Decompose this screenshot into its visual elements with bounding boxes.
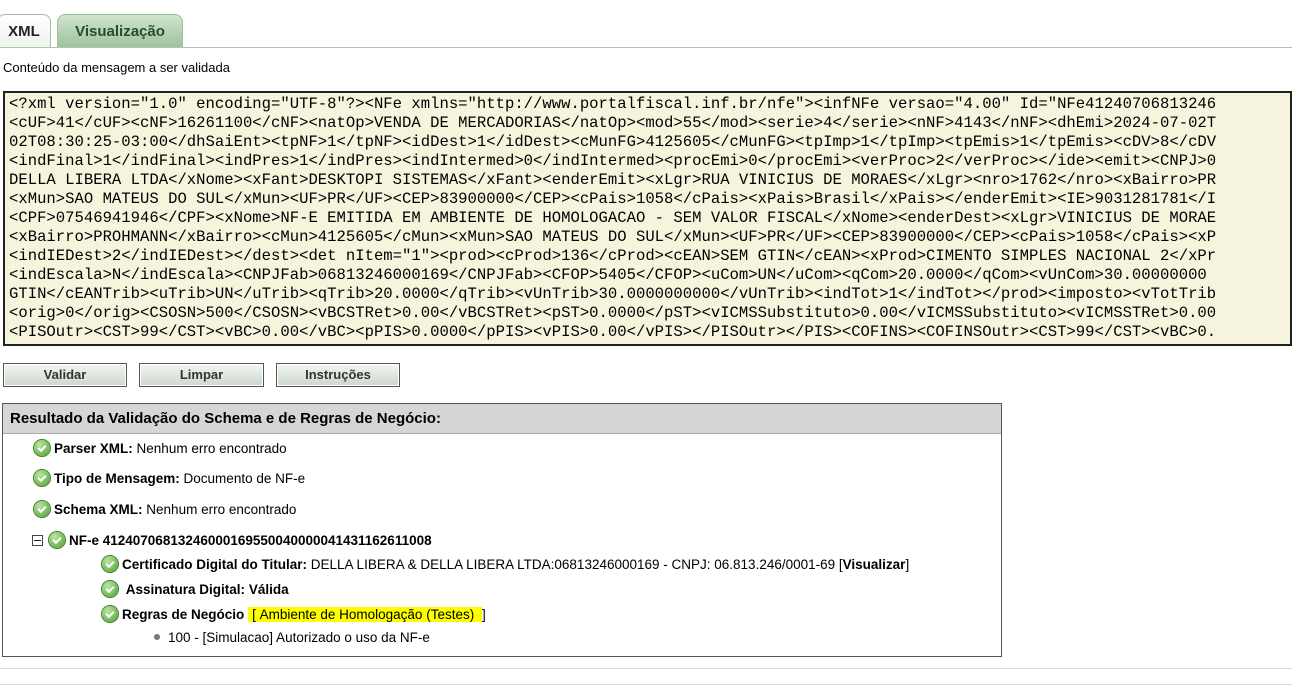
tab-bar: XML Visualização	[0, 14, 1292, 48]
schema-value: Nenhum erro encontrado	[146, 502, 297, 517]
status-message: 100 - [Simulacao] Autorizado o uso da NF…	[168, 630, 430, 645]
check-icon	[34, 501, 50, 518]
assinatura-row: Assinatura Digital: Válida	[102, 580, 289, 600]
assinatura-value: Válida	[248, 582, 289, 597]
parser-label: Parser XML:	[54, 441, 133, 456]
ambiente-badge: [ Ambiente de Homologação (Testes)	[248, 607, 482, 622]
collapse-icon[interactable]	[32, 534, 43, 546]
tab-visualizacao[interactable]: Visualização	[57, 14, 183, 47]
parser-value: Nenhum erro encontrado	[136, 441, 287, 456]
validar-button[interactable]: Validar	[3, 363, 127, 387]
bracket-open: [	[252, 607, 256, 622]
check-icon	[102, 556, 118, 573]
parser-row: Parser XML: Nenhum erro encontrado	[34, 439, 287, 459]
nfe-row: NF-e 41240706813246000169550040000041431…	[32, 531, 432, 551]
tab-divider	[0, 47, 1292, 48]
limpar-button[interactable]: Limpar	[139, 363, 264, 387]
check-icon	[102, 606, 118, 623]
nfe-key: NF-e 41240706813246000169550040000041431…	[69, 533, 432, 548]
tab-xml[interactable]: XML	[0, 14, 51, 47]
footer-divider-2	[0, 684, 1292, 685]
assinatura-label: Assinatura Digital:	[125, 582, 246, 597]
tipo-value: Documento de NF-e	[183, 471, 306, 486]
check-icon	[49, 532, 65, 549]
xml-textarea[interactable]: <?xml version="1.0" encoding="UTF-8"?><N…	[3, 91, 1292, 346]
visualizar-link[interactable]: Visualizar	[843, 557, 906, 572]
tipo-row: Tipo de Mensagem: Documento de NF-e	[34, 469, 305, 489]
cert-close: ]	[905, 557, 910, 572]
regras-row: Regras de Negócio [ Ambiente de Homologa…	[102, 605, 486, 625]
validation-result-panel: Resultado da Validação do Schema e de Re…	[2, 403, 1002, 657]
bracket-close: ]	[481, 607, 486, 622]
xml-content[interactable]: <?xml version="1.0" encoding="UTF-8"?><N…	[5, 93, 1290, 344]
check-icon	[34, 470, 50, 487]
schema-row: Schema XML: Nenhum erro encontrado	[34, 500, 296, 520]
check-icon	[102, 581, 118, 598]
tipo-label: Tipo de Mensagem:	[54, 471, 180, 486]
cert-value: DELLA LIBERA & DELLA LIBERA LTDA:0681324…	[310, 557, 843, 572]
footer-divider	[0, 668, 1292, 669]
regras-label: Regras de Negócio	[122, 607, 245, 622]
schema-label: Schema XML:	[54, 502, 143, 517]
result-title: Resultado da Validação do Schema e de Re…	[3, 404, 1001, 434]
cert-label: Certificado Digital do Titular:	[122, 557, 308, 572]
xml-input-caption: Conteúdo da mensagem a ser validada	[3, 60, 230, 75]
ambiente-text: Ambiente de Homologação (Testes)	[259, 607, 475, 622]
status-row: 100 - [Simulacao] Autorizado o uso da NF…	[154, 628, 430, 648]
certificado-row: Certificado Digital do Titular: DELLA LI…	[102, 555, 909, 575]
check-icon	[34, 440, 50, 457]
instrucoes-button[interactable]: Instruções	[276, 363, 400, 387]
bullet-icon	[154, 634, 160, 641]
